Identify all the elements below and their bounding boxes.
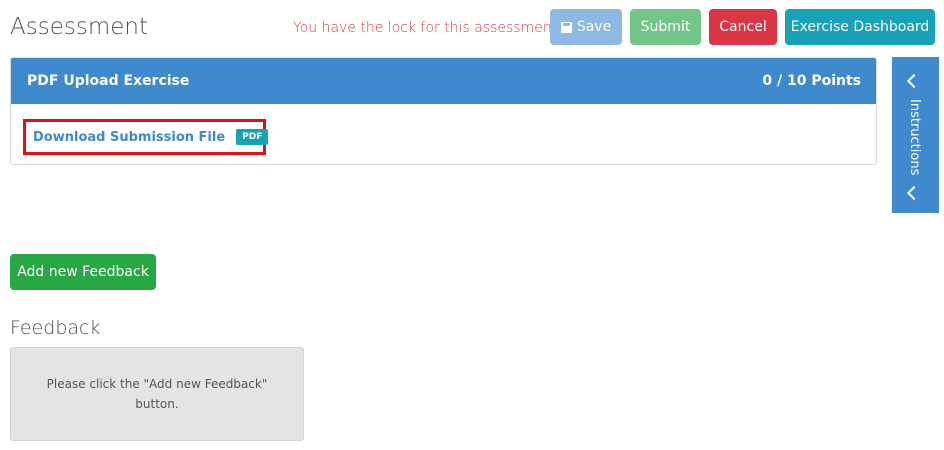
exercise-card-header: PDF Upload Exercise 0 / 10 Points [11,58,876,104]
exercise-dashboard-button[interactable]: Exercise Dashboard [785,9,935,45]
download-highlight-box: Download Submission File PDF [23,119,269,155]
add-feedback-button[interactable]: Add new Feedback [10,254,156,290]
page-title: Assessment [10,14,148,40]
pdf-badge: PDF [236,129,269,145]
feedback-title: Feedback [10,317,101,339]
save-button-label: Save [576,19,612,35]
instructions-label: Instructions [907,99,922,176]
feedback-empty-box: Please click the "Add new Feedback" butt… [10,347,304,441]
instructions-toggle[interactable]: Instructions [892,57,939,213]
save-icon [560,21,572,33]
cancel-button[interactable]: Cancel [709,9,777,45]
submit-button[interactable]: Submit [630,9,701,45]
exercise-title: PDF Upload Exercise [27,73,190,89]
exercise-card: PDF Upload Exercise 0 / 10 Points Downlo… [10,57,877,165]
lock-status-message: You have the lock for this assessment [293,20,558,36]
save-button[interactable]: Save [550,9,622,45]
download-submission-link[interactable]: Download Submission File [33,130,225,145]
chevron-left-icon [906,73,922,89]
exercise-points: 0 / 10 Points [762,73,861,89]
chevron-left-icon [906,185,922,201]
feedback-empty-message: Please click the "Add new Feedback" butt… [46,377,268,411]
